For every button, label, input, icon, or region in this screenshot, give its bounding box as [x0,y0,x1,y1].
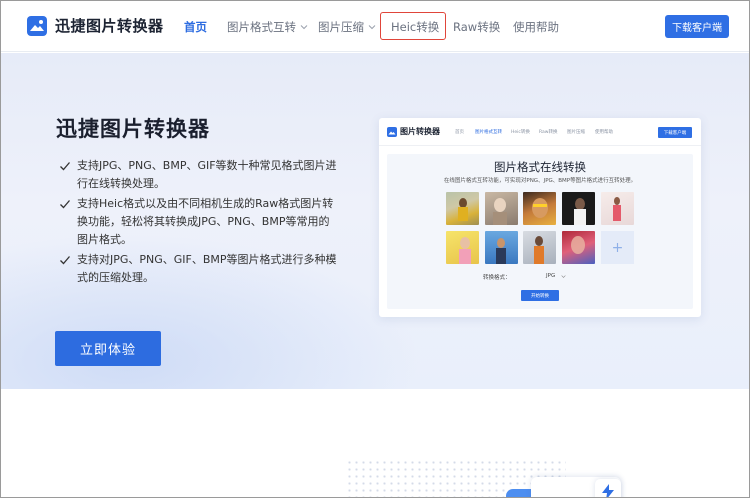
preview-start-convert-button: 开始转换 [521,290,559,301]
brand-logo[interactable]: 迅捷图片转换器 [27,15,164,36]
lightning-bolt-icon [602,484,614,497]
preview-nav-item: 使用帮助 [595,130,613,135]
sample-photo-thumbnail [485,231,518,264]
brand-name: 迅捷图片转换器 [55,17,164,35]
check-icon [60,256,70,265]
preview-subtitle: 在线图片格式互转功能，可实现对PNG、JPG、BMP等图片格式进行互转处理。 [443,178,637,184]
preview-format-value: JPG [546,273,556,279]
preview-logo-text: 图片转换器 [400,127,440,136]
sample-photo-thumbnail [446,231,479,264]
person-photo-icon [493,198,507,225]
nav-heic-label: Heic转换 [391,20,440,34]
check-icon [60,162,70,171]
picture-logo-icon [27,15,47,36]
nav-help[interactable]: 使用帮助 [513,19,559,35]
add-image-tile: + [601,231,634,264]
sample-photo-thumbnail [485,192,518,225]
preview-nav-item: 首页 [455,130,464,135]
preview-nav-item: Raw转换 [539,130,558,135]
person-photo-icon [613,197,621,221]
feature-item: 支持Heic格式以及由不同相机生成的Raw格式图片转换功能，轻松将其转换成JPG… [59,195,339,249]
preview-title: 图片格式在线转换 [494,160,586,174]
nav-help-label: 使用帮助 [513,20,559,34]
feature-text: 支持JPG、PNG、BMP、GIF等数十种常见格式图片进行在线转换处理。 [77,159,337,190]
nav-home-label: 首页 [184,20,207,34]
nav-compress-label: 图片压缩 [318,20,364,34]
sample-photo-thumbnail [523,192,556,225]
sample-photo-thumbnail [601,192,634,225]
sample-photo-thumbnail [446,192,479,225]
feature-text: 支持Heic格式以及由不同相机生成的Raw格式图片转换功能，轻松将其转换成JPG… [77,197,334,246]
person-photo-icon [458,198,468,221]
sample-photo-thumbnail [562,231,595,264]
preview-nav-item: Heic转换 [511,130,530,135]
sample-photo-thumbnail [562,192,595,225]
nav-format-convert[interactable]: 图片格式互转 [227,19,308,35]
chevron-down-icon [561,275,566,278]
preview-format-label: 转换格式： [483,275,511,281]
feature-item: 支持JPG、PNG、BMP、GIF等数十种常见格式图片进行在线转换处理。 [59,157,339,193]
plus-icon: + [611,239,624,256]
preview-nav-item: 图片压缩 [567,130,585,135]
chevron-down-icon [300,25,308,30]
chevron-down-icon [368,25,376,30]
feature-text: 支持对JPG、PNG、GIF、BMP等图片格式进行多种模式的压缩处理。 [77,253,337,284]
nav-raw[interactable]: Raw转换 [453,19,500,35]
nav-compress[interactable]: 图片压缩 [318,19,376,35]
person-photo-icon [534,236,544,264]
top-navbar: 迅捷图片转换器 首页 图片格式互转 图片压缩 Heic转换 Raw转换 使用帮助… [1,1,749,52]
preview-download-button: 下载客户端 [658,127,692,138]
person-photo-icon [532,198,548,218]
person-photo-icon [571,236,585,254]
hero-section: 迅捷图片转换器 支持JPG、PNG、BMP、GIF等数十种常见格式图片进行在线转… [1,53,749,393]
feature-tile [595,479,621,497]
check-icon [60,200,70,209]
sample-photo-thumbnail [523,231,556,264]
picture-logo-icon [387,126,397,137]
preview-nav-item: 图片格式互转 [475,130,502,135]
nav-heic[interactable]: Heic转换 [391,19,439,35]
person-photo-icon [496,238,506,264]
preview-navbar: 图片转换器 首页 图片格式互转 Heic转换 Raw转换 图片压缩 使用帮助 下… [379,118,701,146]
person-photo-icon [574,198,586,225]
person-photo-icon [459,237,471,264]
download-client-button[interactable]: 下载客户端 [665,15,729,38]
nav-raw-label: Raw转换 [453,20,501,34]
page-frame: 迅捷图片转换器 首页 图片格式互转 图片压缩 Heic转换 Raw转换 使用帮助… [0,0,750,498]
nav-home[interactable]: 首页 [184,19,207,35]
feature-item: 支持对JPG、PNG、GIF、BMP等图片格式进行多种模式的压缩处理。 [59,251,339,287]
try-now-button[interactable]: 立即体验 [55,331,161,366]
nav-format-convert-label: 图片格式互转 [227,20,296,34]
preview-logo: 图片转换器 [387,126,440,137]
hero-title: 迅捷图片转换器 [56,117,210,141]
